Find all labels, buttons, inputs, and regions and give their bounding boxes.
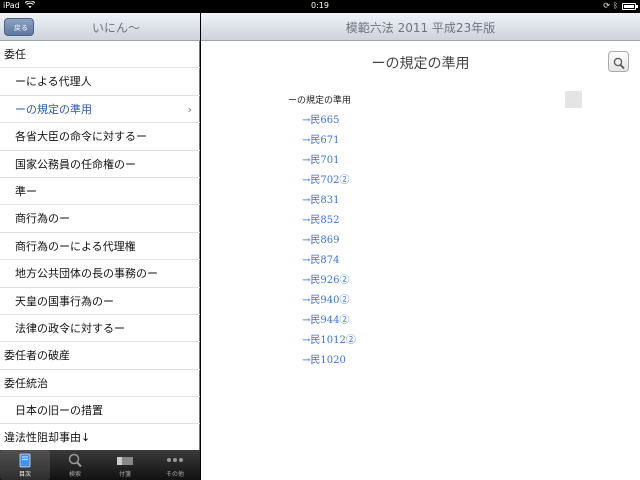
index-item[interactable]: 商行為のー [0, 205, 200, 233]
index-item-label: 違法性阻却事由↓ [4, 431, 91, 445]
tab-more[interactable]: その他 [150, 450, 200, 480]
book-title: 模範六法 2011 平成23年版 [345, 21, 496, 35]
note-marker[interactable] [565, 91, 582, 108]
index-title: いにん〜 [91, 21, 140, 35]
index-item-label: 委任者の破産 [4, 349, 70, 363]
reference-link[interactable]: →民926② [302, 271, 356, 291]
index-item[interactable]: ーの規定の準用 › [0, 96, 200, 124]
bookmark-icon [100, 453, 150, 469]
index-pane: 戻る いにん〜 委任 ーによる代理人 ーの規定の準用 › 各省大臣の命令に対するー… [0, 13, 200, 480]
tab-label: 目次 [18, 471, 31, 478]
reference-link[interactable]: →民940② [302, 291, 356, 311]
tab-label: その他 [165, 471, 184, 478]
index-item-label: 地方公共団体の長の事務のー [4, 267, 158, 281]
reference-link[interactable]: →民702② [302, 171, 356, 191]
reference-link[interactable]: →民701 [302, 151, 356, 171]
tab-search[interactable]: 検索 [50, 450, 100, 480]
index-item-label: ーによる代理人 [4, 75, 92, 89]
reference-link[interactable]: →民944② [302, 311, 356, 331]
reference-link[interactable]: →民869 [302, 231, 356, 251]
back-button-label: 戻る [14, 24, 28, 32]
index-item-label: 準ー [4, 184, 37, 198]
battery-icon [622, 3, 638, 10]
reference-link[interactable]: →民1020 [302, 351, 356, 371]
magnifier-icon [50, 453, 100, 469]
reference-link[interactable]: →民831 [302, 191, 356, 211]
book-icon [0, 453, 50, 469]
index-header: 戻る いにん〜 [0, 13, 200, 41]
tab-label: 付箋 [118, 471, 131, 478]
reference-link[interactable]: →民1012② [302, 331, 356, 351]
content-pane: 模範六法 2011 平成23年版 ーの規定の準用 ーの規定の準用 →民665 →民… [201, 13, 640, 480]
content-header: 模範六法 2011 平成23年版 [201, 13, 640, 41]
index-item-label: 天皇の国事行為のー [4, 294, 114, 308]
index-item[interactable]: 委任統治 [0, 370, 200, 398]
index-item[interactable]: 委任者の破産 [0, 342, 200, 370]
index-item[interactable]: 違法性阻却事由↓ [0, 424, 200, 450]
reference-list: →民665 →民671 →民701 →民702② →民831 →民852 →民869 →民87… [302, 111, 356, 371]
index-item-label: 法律の政令に対するー [4, 321, 125, 335]
index-item[interactable]: 天皇の国事行為のー [0, 288, 200, 315]
index-item[interactable]: 委任 [0, 41, 200, 69]
index-item[interactable]: 商行為のーによる代理権 [0, 233, 200, 261]
rotation-lock-icon: ⟳ [603, 1, 610, 10]
index-item-label: 商行為のーによる代理権 [4, 239, 136, 253]
index-item-label: 各省大臣の命令に対するー [4, 130, 147, 144]
index-item-label: 国家公務員の任命権のー [4, 157, 136, 171]
reference-link[interactable]: →民665 [302, 111, 356, 131]
index-item-label: 商行為のー [4, 212, 70, 226]
index-item-label: 委任統治 [4, 376, 48, 390]
tab-label: 検索 [68, 471, 81, 478]
chevron-right-icon: › [187, 102, 192, 116]
tab-bookmarks[interactable]: 付箋 [100, 450, 150, 480]
search-icon [613, 55, 625, 74]
page-title: ーの規定の準用 [371, 56, 470, 72]
index-item-label: ーの規定の準用 [4, 102, 92, 116]
reference-link[interactable]: →民852 [302, 211, 356, 231]
more-icon [150, 453, 200, 469]
index-item[interactable]: 地方公共団体の長の事務のー [0, 260, 200, 288]
content-heading: ーの規定の準用 [288, 96, 352, 106]
status-bar: iPad 0:19 ⟳ ᛒ [0, 0, 640, 13]
reference-link[interactable]: →民874 [302, 251, 356, 271]
search-button[interactable] [608, 51, 629, 72]
index-item-label: 日本の旧ーの措置 [4, 404, 103, 418]
tab-contents[interactable]: 目次 [0, 450, 50, 480]
tab-bar: 目次 検索 付箋 その他 [0, 450, 200, 480]
clock: 0:19 [311, 1, 329, 10]
index-item-label: 委任 [4, 48, 26, 61]
index-item[interactable]: 日本の旧ーの措置 [0, 397, 200, 425]
index-item[interactable]: 各省大臣の命令に対するー [0, 123, 200, 151]
index-list: 委任 ーによる代理人 ーの規定の準用 › 各省大臣の命令に対するー 国家公務員の任… [0, 41, 200, 450]
back-button[interactable]: 戻る [4, 18, 34, 36]
index-item[interactable]: ーによる代理人 [0, 68, 200, 96]
bluetooth-icon: ᛒ [613, 1, 618, 10]
index-item[interactable]: 国家公務員の任命権のー [0, 151, 200, 178]
reference-link[interactable]: →民671 [302, 131, 356, 151]
index-item[interactable]: 法律の政令に対するー [0, 315, 200, 343]
index-item[interactable]: 準ー [0, 178, 200, 206]
